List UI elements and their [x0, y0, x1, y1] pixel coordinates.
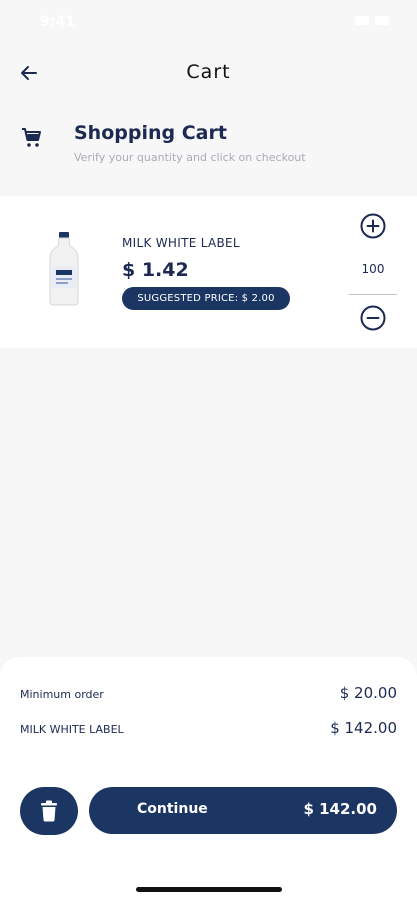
item-total-label: MILK WHITE LABEL	[20, 723, 124, 736]
continue-button[interactable]: Continue $ 142.00	[89, 787, 397, 834]
minimum-order-value: $ 20.00	[339, 684, 397, 702]
nav-bar: Cart	[0, 50, 417, 96]
continue-total: $ 142.00	[303, 800, 377, 818]
trash-icon	[41, 800, 57, 822]
status-bar: 9:41	[0, 0, 417, 44]
quantity-divider	[349, 294, 397, 295]
cart-icon	[22, 128, 41, 147]
home-indicator	[136, 887, 282, 892]
product-image	[49, 232, 79, 306]
page-title: Cart	[186, 61, 231, 83]
product-price: $ 1.42	[122, 259, 189, 281]
status-time: 9:41	[40, 14, 75, 30]
cart-header: Shopping Cart Verify your quantity and c…	[0, 110, 417, 180]
quantity-value[interactable]: 100	[349, 262, 397, 276]
battery-icon	[375, 16, 389, 25]
item-total-row: MILK WHITE LABEL $ 142.00	[20, 718, 397, 742]
delete-button[interactable]	[20, 787, 78, 835]
cart-subtitle: Verify your quantity and click on checko…	[74, 151, 306, 164]
cart-item: MILK WHITE LABEL $ 1.42 SUGGESTED PRICE:…	[0, 196, 417, 348]
signal-icon	[355, 16, 369, 25]
suggested-price-badge: SUGGESTED PRICE: $ 2.00	[122, 287, 290, 310]
minimum-order-row: Minimum order $ 20.00	[20, 683, 397, 707]
item-total-value: $ 142.00	[330, 719, 397, 737]
plus-circle-icon[interactable]	[359, 212, 387, 240]
order-summary: Minimum order $ 20.00 MILK WHITE LABEL $…	[0, 657, 417, 900]
minimum-order-label: Minimum order	[20, 688, 104, 701]
cart-title: Shopping Cart	[74, 122, 227, 144]
minus-circle-icon[interactable]	[359, 304, 387, 332]
product-name: MILK WHITE LABEL	[122, 236, 240, 250]
status-icons	[355, 16, 389, 25]
continue-label: Continue	[137, 801, 208, 817]
